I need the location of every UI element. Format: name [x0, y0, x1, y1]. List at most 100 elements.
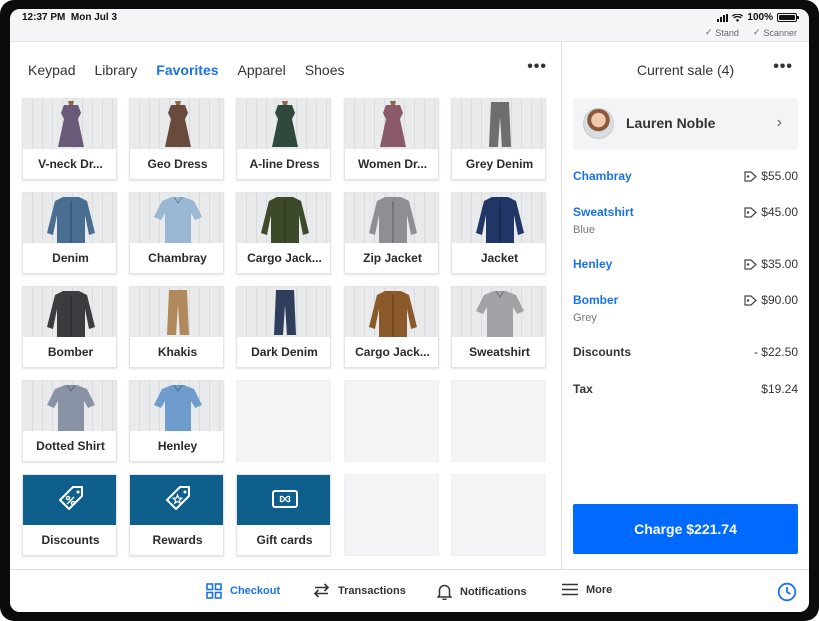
item-photo: [130, 287, 223, 337]
tab-shoes[interactable]: Shoes: [305, 62, 345, 78]
nav-more[interactable]: More: [562, 583, 612, 596]
grid-icon: [206, 583, 222, 599]
item-photo: [452, 193, 545, 243]
nav-checkout[interactable]: Checkout: [206, 583, 280, 599]
price-tag-icon: [744, 206, 758, 218]
discounts-button[interactable]: Discounts: [22, 474, 117, 556]
discounts-value: - $22.50: [753, 345, 798, 359]
tax-row: Tax $19.24: [573, 382, 798, 412]
item-tile-grey-denim[interactable]: Grey Denim: [451, 98, 546, 180]
line-item-chambray[interactable]: Chambray $55.00: [573, 169, 798, 205]
item-tile-women-dr[interactable]: Women Dr...: [344, 98, 439, 180]
item-tile-denim[interactable]: Denim: [22, 192, 117, 274]
item-tile-dark-denim[interactable]: Dark Denim: [236, 286, 331, 368]
line-item-price: $35.00: [744, 257, 798, 271]
tab-favorites[interactable]: Favorites: [156, 62, 218, 78]
line-item-price: $55.00: [744, 169, 798, 183]
tab-library[interactable]: Library: [94, 62, 137, 78]
screen: 12:37 PM Mon Jul 3 100% ✓ Stand ✓ Scanner …: [10, 9, 809, 612]
item-tile-cargo-jack[interactable]: Cargo Jack...: [236, 192, 331, 274]
sale-more-options-icon[interactable]: •••: [773, 59, 793, 75]
item-photo: [237, 99, 330, 149]
item-photo: [452, 99, 545, 149]
price-tag-icon: [744, 258, 758, 270]
empty-tile[interactable]: [451, 474, 546, 556]
more-options-icon[interactable]: •••: [527, 59, 547, 75]
item-tile-bomber[interactable]: Bomber: [22, 286, 117, 368]
tab-apparel[interactable]: Apparel: [238, 62, 286, 78]
discount-tag-icon: [23, 475, 116, 525]
line-item-variant: Grey: [573, 312, 597, 324]
item-photo: [23, 99, 116, 149]
empty-tile[interactable]: [451, 380, 546, 462]
nav-notifications[interactable]: Notifications: [437, 583, 527, 600]
item-tile-chambray[interactable]: Chambray: [129, 192, 224, 274]
line-item-price: $45.00: [744, 205, 798, 219]
scanner-status: ✓ Scanner: [752, 27, 797, 38]
gift-card-icon: [237, 475, 330, 525]
item-label: Zip Jacket: [363, 251, 422, 265]
status-bar: 12:37 PM Mon Jul 3 100% ✓ Stand ✓ Scanner: [10, 9, 809, 42]
customer-name: Lauren Noble: [626, 115, 716, 131]
item-tile-a-line-dress[interactable]: A-line Dress: [236, 98, 331, 180]
check-icon: ✓: [752, 27, 761, 37]
item-tile-sweatshirt[interactable]: Sweatshirt: [451, 286, 546, 368]
device-frame: 12:37 PM Mon Jul 3 100% ✓ Stand ✓ Scanner …: [0, 0, 819, 621]
item-photo: [130, 381, 223, 431]
clock-icon[interactable]: [777, 582, 797, 602]
charge-button[interactable]: Charge $221.74: [573, 504, 798, 554]
item-tile-geo-dress[interactable]: Geo Dress: [129, 98, 224, 180]
item-photo: [237, 287, 330, 337]
item-photo: [237, 193, 330, 243]
item-tile-v-neck-dr[interactable]: V-neck Dr...: [22, 98, 117, 180]
avatar: [583, 108, 614, 139]
item-photo: [345, 287, 438, 337]
item-tile-dotted-shirt[interactable]: Dotted Shirt: [22, 380, 117, 462]
device-connections: ✓ Stand ✓ Scanner: [705, 27, 797, 38]
line-item-henley[interactable]: Henley $35.00: [573, 257, 798, 293]
action-label: Discounts: [41, 533, 100, 547]
item-label: Dark Denim: [251, 345, 318, 359]
item-tile-cargo-jack[interactable]: Cargo Jack...: [344, 286, 439, 368]
status-time: 12:37 PM Mon Jul 3: [22, 12, 118, 23]
item-tile-zip-jacket[interactable]: Zip Jacket: [344, 192, 439, 274]
customer-card[interactable]: Lauren Noble ›: [573, 98, 798, 150]
item-label: A-line Dress: [249, 157, 320, 171]
item-label: Jacket: [480, 251, 519, 265]
empty-tile[interactable]: [236, 380, 331, 462]
item-label: Dotted Shirt: [36, 439, 105, 453]
item-label: Grey Denim: [465, 157, 534, 171]
line-item-price: $90.00: [744, 293, 798, 307]
item-photo: [345, 193, 438, 243]
transfer-arrows-icon: [313, 583, 330, 598]
item-label: Geo Dress: [147, 157, 208, 171]
gift-cards-button[interactable]: Gift cards: [236, 474, 331, 556]
item-tile-henley[interactable]: Henley: [129, 380, 224, 462]
bottom-nav: Checkout Transactions Notifications More: [10, 569, 809, 612]
item-photo: [23, 381, 116, 431]
item-photo: [345, 99, 438, 149]
line-item-sweatshirt[interactable]: Sweatshirt Blue $45.00: [573, 205, 798, 257]
empty-tile[interactable]: [344, 474, 439, 556]
panel-divider: [561, 42, 562, 569]
library-tabs: Keypad Library Favorites Apparel Shoes •…: [10, 42, 561, 97]
battery-percent: 100%: [747, 12, 773, 23]
line-item-bomber[interactable]: Bomber Grey $90.00: [573, 293, 798, 345]
wifi-icon: [732, 13, 744, 22]
item-photo: [23, 287, 116, 337]
price-tag-icon: [744, 170, 758, 182]
item-tile-khakis[interactable]: Khakis: [129, 286, 224, 368]
item-label: Cargo Jack...: [247, 251, 322, 265]
bell-icon: [437, 584, 452, 600]
item-label: V-neck Dr...: [38, 157, 103, 171]
tab-keypad[interactable]: Keypad: [28, 62, 75, 78]
item-tile-jacket[interactable]: Jacket: [451, 192, 546, 274]
item-photo: [130, 193, 223, 243]
discounts-row[interactable]: Discounts - $22.50: [573, 345, 798, 382]
chevron-right-icon: ›: [776, 114, 782, 131]
empty-tile[interactable]: [344, 380, 439, 462]
sale-title: Current sale (4): [636, 62, 735, 78]
favorites-grid: V-neck Dr... Geo Dress A-line Dress Women D…: [22, 98, 552, 563]
rewards-button[interactable]: Rewards: [129, 474, 224, 556]
nav-transactions[interactable]: Transactions: [313, 583, 406, 598]
